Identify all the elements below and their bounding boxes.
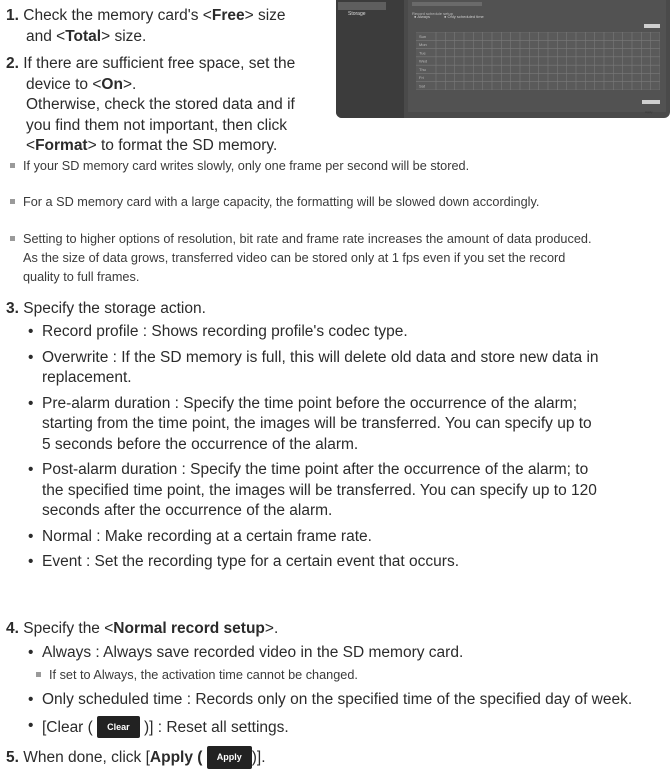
screenshot-sidebar-item: Storage: [338, 2, 386, 17]
list-item: Record profile : Shows recording profile…: [28, 322, 668, 343]
step-5: 5. When done, click [Apply ( Apply)].: [6, 746, 266, 769]
step-number: 1.: [6, 7, 19, 24]
screenshot-radio-always: ● Always: [414, 14, 430, 19]
normal-setup-list-2: Only scheduled time : Records only on th…: [28, 690, 668, 738]
step-number: 4.: [6, 620, 19, 637]
step-3: 3. Specify the storage action.: [6, 300, 206, 317]
note-data-size: Setting to higher options of resolution,…: [10, 230, 670, 287]
note-bullet-icon: [36, 672, 41, 677]
step-1: 1. Check the memory card's <Free> size a…: [6, 7, 286, 45]
screenshot-apply-button: Apply: [642, 100, 660, 114]
screenshot-section-title: Record schedule setup: [412, 2, 482, 16]
storage-action-list: Record profile : Shows recording profile…: [28, 322, 668, 573]
step-number: 5.: [6, 749, 19, 766]
note-bullet-icon: [10, 236, 15, 241]
apply-button: Apply: [206, 746, 252, 769]
grid-day-label: Wed: [419, 59, 427, 64]
grid-day-label: Mon: [419, 42, 427, 47]
step-2: 2. If there are sufficient free space, s…: [6, 55, 296, 154]
note-always: If set to Always, the activation time ca…: [36, 666, 358, 684]
list-item: Event : Set the recording type for a cer…: [28, 552, 668, 573]
manual-page: Storage Record schedule setup ● Always ●…: [0, 0, 671, 775]
clear-button: Clear: [97, 715, 140, 738]
step-number: 2.: [6, 55, 19, 72]
list-item: Normal : Make recording at a certain fra…: [28, 527, 668, 548]
step-number: 3.: [6, 300, 19, 317]
screenshot-sidebar: Storage: [336, 0, 404, 118]
list-item: Only scheduled time : Records only on th…: [28, 690, 668, 711]
list-item: [Clear ( Clear )] : Reset all settings.: [28, 715, 668, 738]
grid-day-label: Tue: [419, 50, 427, 55]
note-bullet-icon: [10, 199, 15, 204]
list-item: Overwrite : If the SD memory is full, th…: [28, 348, 668, 389]
settings-screenshot: Storage Record schedule setup ● Always ●…: [336, 0, 670, 118]
list-item: Always : Always save recorded video in t…: [28, 643, 668, 664]
step-4: 4. Specify the <Normal record setup>.: [6, 620, 279, 637]
grid-day-label: Sun: [419, 34, 426, 39]
note-large-capacity: For a SD memory card with a large capaci…: [10, 193, 670, 212]
screenshot-schedule-grid: Sun Mon Tue Wed Thu Fri Sat: [416, 32, 660, 90]
screenshot-radio-scheduled: ● Only scheduled time: [444, 14, 484, 19]
list-item: Pre-alarm duration : Specify the time po…: [28, 394, 668, 456]
screenshot-panel: Record schedule setup ● Always ● Only sc…: [408, 0, 666, 114]
normal-setup-list: Always : Always save recorded video in t…: [28, 643, 668, 664]
grid-day-label: Thu: [419, 67, 426, 72]
list-item: Post-alarm duration : Specify the time p…: [28, 460, 668, 522]
screenshot-clear-button: Clear: [644, 24, 660, 38]
note-bullet-icon: [10, 163, 15, 168]
grid-day-label: Fri: [419, 75, 424, 80]
grid-day-label: Sat: [419, 84, 426, 89]
note-slow-write: If your SD memory card writes slowly, on…: [10, 157, 670, 176]
